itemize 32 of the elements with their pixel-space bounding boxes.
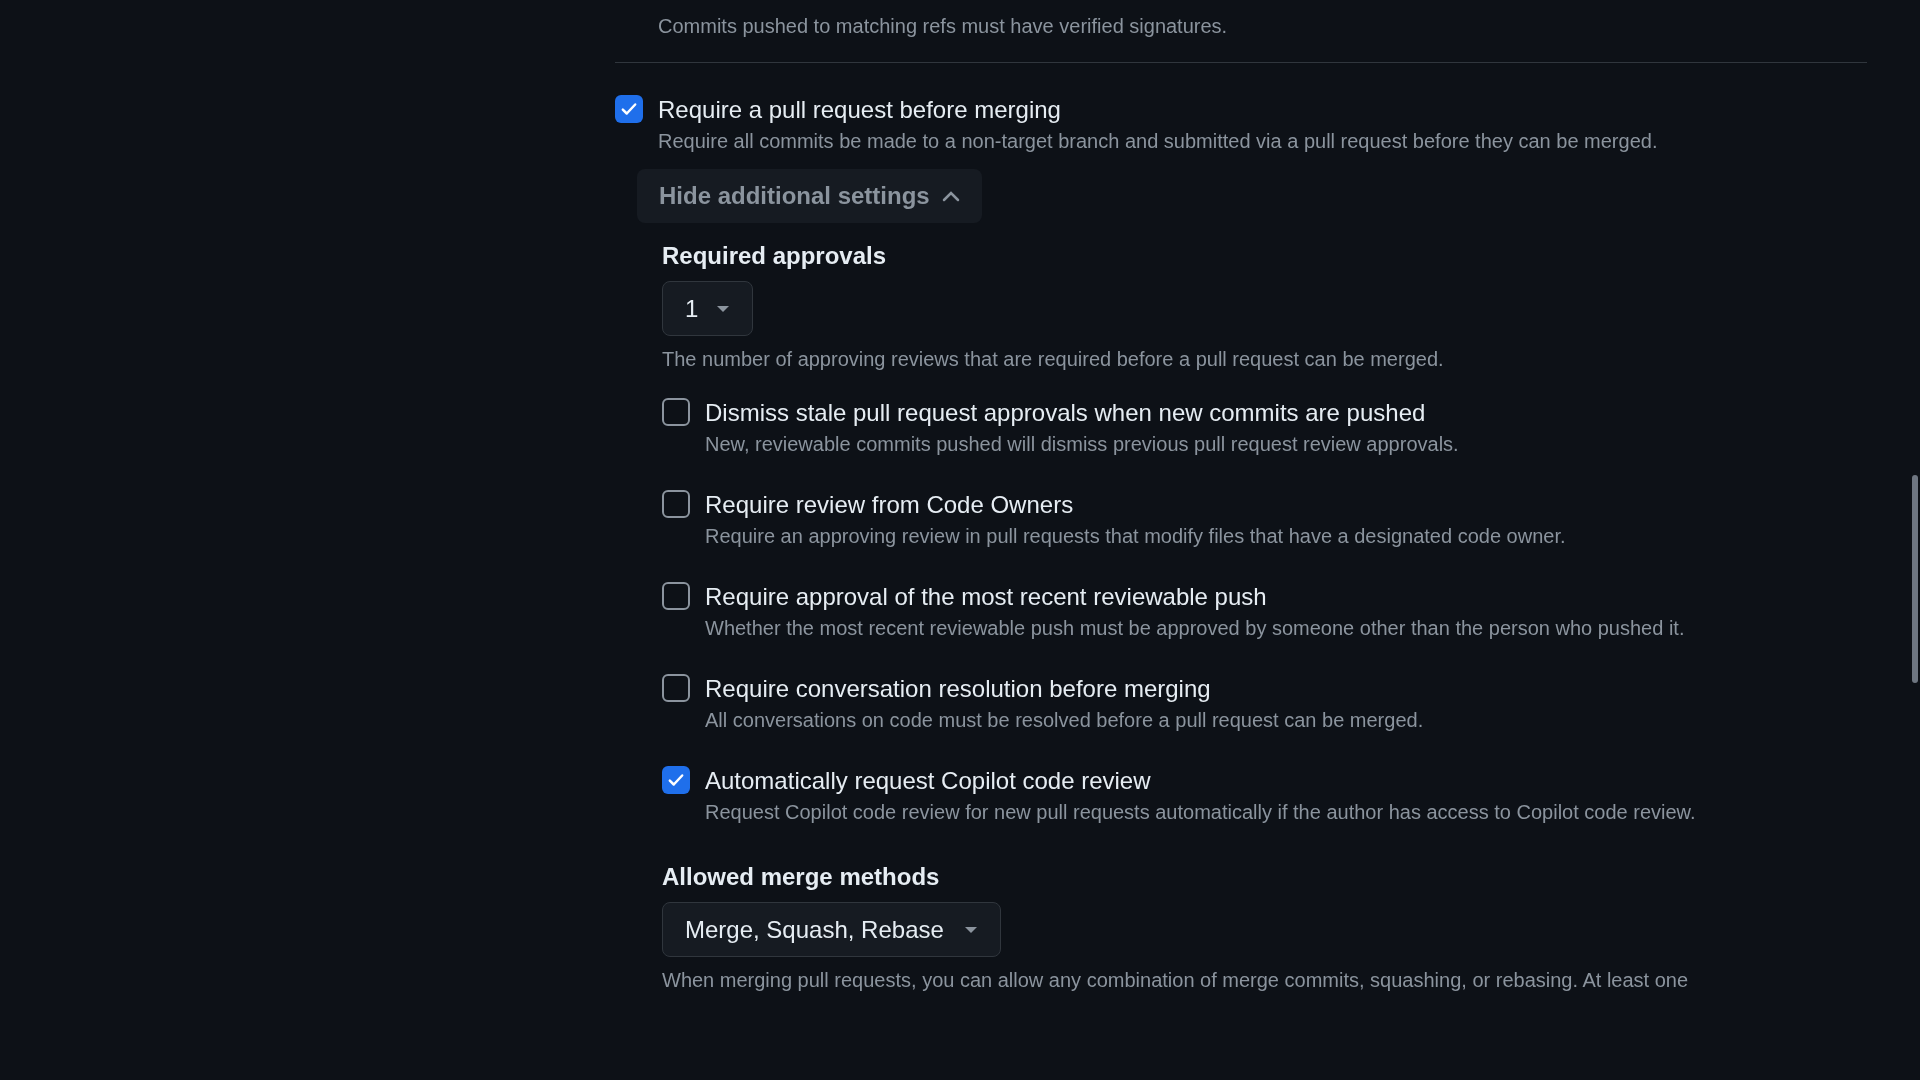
hide-settings-button[interactable]: Hide additional settings — [637, 169, 982, 223]
checkbox[interactable] — [662, 582, 690, 610]
option-description: Request Copilot code review for new pull requests automatically if the author has access to Copilot code review. — [705, 800, 1697, 825]
checkbox[interactable] — [662, 674, 690, 702]
section-heading: Allowed merge methods — [662, 862, 941, 892]
checkbox[interactable] — [662, 490, 690, 518]
option-title: Require conversation resolution before merging — [705, 674, 1212, 704]
option-title: Require approval of the most recent reviewable push — [705, 582, 1268, 612]
approvals-dropdown[interactable]: 1 — [662, 281, 753, 336]
checkbox[interactable] — [615, 95, 643, 123]
field-description: The number of approving reviews that are required before a pull request can be merged. — [662, 347, 1445, 372]
option-title: Dismiss stale pull request approvals when new commits are pushed — [705, 398, 1427, 428]
checkbox[interactable] — [662, 766, 690, 794]
caret-icon — [963, 925, 978, 934]
rule-description: Commits pushed to matching refs must have verified signatures. — [658, 14, 1229, 39]
rule-description: Require all commits be made to a non-target branch and submitted via a pull request before they can be merged. — [658, 129, 1658, 154]
rule-title: Require a pull request before merging — [658, 95, 1062, 125]
field-description: When merging pull requests, you can allow any combination of merge commits, squashing, or rebasing. At least one — [662, 968, 1690, 993]
option-description: All conversations on code must be resolved before a pull request can be merged. — [705, 708, 1425, 733]
option-description: Require an approving review in pull requests that modify files that have a designated code owner. — [705, 524, 1567, 549]
option-title: Automatically request Copilot code review — [705, 766, 1152, 796]
option-title: Require review from Code Owners — [705, 490, 1075, 520]
scrollbar-thumb[interactable] — [1912, 475, 1918, 683]
chevron-icon — [941, 190, 960, 202]
section-heading: Required approvals — [662, 241, 888, 271]
checkmark-icon — [620, 100, 638, 118]
merge-methods-dropdown[interactable]: Merge, Squash, Rebase — [662, 902, 1001, 957]
option-description: New, reviewable commits pushed will dismiss previous pull request review approvals. — [705, 432, 1460, 457]
option-description: Whether the most recent reviewable push must be approved by someone other than the person who pushed it. — [705, 616, 1686, 641]
checkbox[interactable] — [662, 398, 690, 426]
caret-icon — [716, 304, 730, 313]
checkmark-icon — [667, 771, 685, 789]
